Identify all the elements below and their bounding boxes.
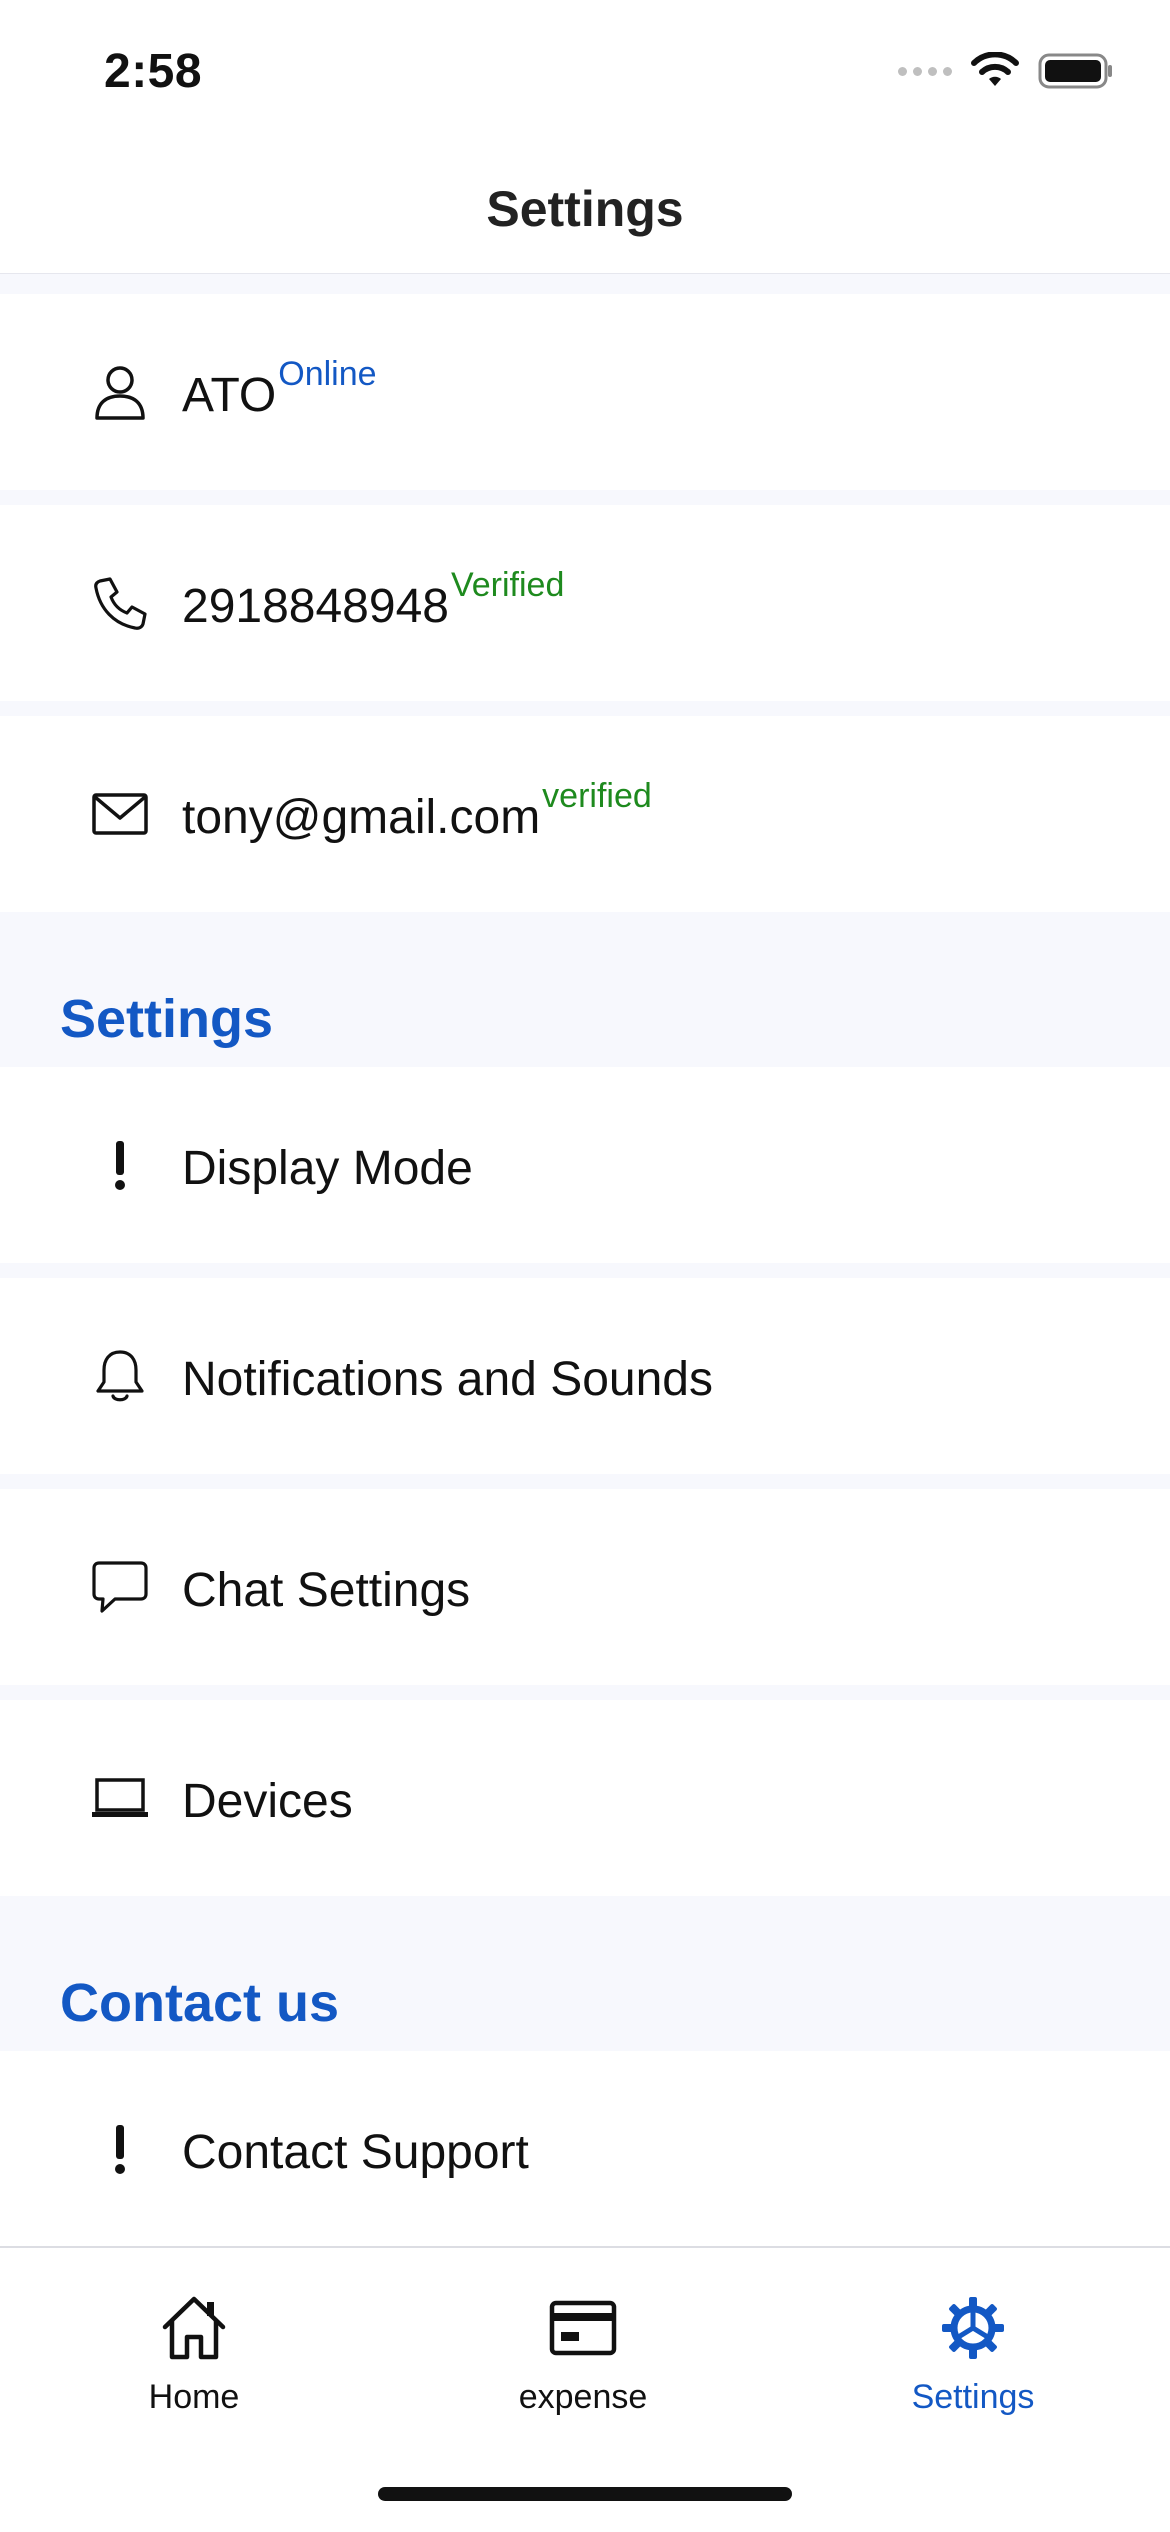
email-text: tony@gmail.com: [182, 791, 541, 844]
exclamation-icon: [88, 1133, 152, 1197]
email-address: tony@gmail.comverified: [182, 777, 652, 845]
profile-name-text: ATO: [182, 369, 277, 422]
contact-section-title: Contact us: [60, 1973, 340, 2033]
tab-settings-label: Settings: [911, 2378, 1035, 2416]
settings-item-label: Notifications and Sounds: [182, 1353, 713, 1406]
status-time: 2:58: [104, 45, 203, 98]
page-title: Settings: [486, 181, 684, 237]
email-row[interactable]: tony@gmail.comverified: [0, 716, 1170, 912]
tab-settings[interactable]: Settings: [843, 2288, 1103, 2417]
profile-name-row[interactable]: ATOOnline: [0, 294, 1170, 490]
settings-item-label: Display Mode: [182, 1142, 473, 1195]
email-verified-badge: verified: [542, 777, 652, 815]
settings-item-devices[interactable]: Devices: [0, 1700, 1170, 1896]
card-icon: [453, 2288, 713, 2368]
settings-item-label: Devices: [182, 1775, 353, 1828]
settings-item-notifications[interactable]: Notifications and Sounds: [0, 1278, 1170, 1474]
phone-verified-badge: Verified: [450, 566, 565, 604]
mail-icon: [88, 782, 152, 846]
phone-row[interactable]: 2918848948Verified: [0, 505, 1170, 701]
home-indicator: [378, 2487, 792, 2501]
contact-item-support[interactable]: Contact Support: [0, 2051, 1170, 2246]
settings-item-label: Chat Settings: [182, 1564, 471, 1617]
phone-icon: [88, 571, 152, 635]
status-bar: 2:58: [0, 0, 1170, 150]
settings-section-title: Settings: [60, 989, 274, 1049]
wifi-icon: [971, 52, 1019, 86]
battery-icon: [1038, 53, 1112, 89]
settings-item-chat-settings[interactable]: Chat Settings: [0, 1489, 1170, 1685]
tab-home[interactable]: Home: [64, 2288, 324, 2417]
tab-expense[interactable]: expense: [453, 2288, 713, 2417]
settings-item-display-mode[interactable]: Display Mode: [0, 1067, 1170, 1263]
bell-icon: [88, 1344, 152, 1408]
tab-expense-label: expense: [518, 2378, 648, 2416]
phone-number: 2918848948Verified: [182, 566, 564, 634]
exclamation-icon: [88, 2117, 152, 2181]
person-icon: [88, 360, 152, 424]
status-icons: [898, 52, 1114, 90]
home-icon: [64, 2288, 324, 2368]
contact-item-label: Contact Support: [182, 2126, 529, 2179]
tab-home-label: Home: [148, 2378, 240, 2416]
chat-bubble-icon: [88, 1555, 152, 1619]
phone-number-text: 2918848948: [182, 580, 449, 633]
laptop-icon: [88, 1766, 152, 1830]
gear-icon: [843, 2288, 1103, 2368]
online-status-badge: Online: [278, 355, 377, 393]
cellular-signal-icon: [898, 66, 952, 76]
profile-name: ATOOnline: [182, 355, 377, 423]
navigation-header: Settings: [0, 150, 1170, 274]
